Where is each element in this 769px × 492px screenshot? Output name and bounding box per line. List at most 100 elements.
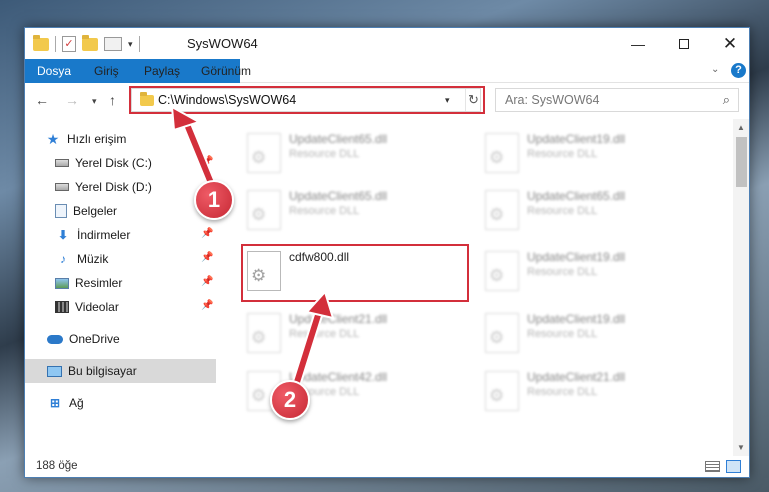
help-icon[interactable]: ? bbox=[731, 63, 746, 78]
file-item[interactable]: UpdateClient65.dll Resource DLL bbox=[477, 182, 692, 238]
dll-file-icon bbox=[485, 133, 519, 173]
tab-view[interactable]: Görünüm bbox=[191, 59, 261, 83]
step-badge-1: 1 bbox=[194, 180, 234, 220]
file-name: UpdateClient65.dll bbox=[289, 189, 388, 203]
sidebar-item-downloads[interactable]: ⬇ İndirmeler 📌 bbox=[25, 223, 216, 247]
back-arrow-icon[interactable]: ← bbox=[35, 92, 49, 108]
file-item[interactable]: UpdateClient21.dll Resource DLL bbox=[239, 305, 454, 361]
file-description: Resource DLL bbox=[289, 205, 360, 217]
sidebar-item-local-disk-c[interactable]: Yerel Disk (C:) 📌 bbox=[25, 151, 216, 175]
file-name: UpdateClient42.dll bbox=[289, 370, 388, 384]
pin-icon: 📌 bbox=[201, 252, 214, 263]
music-icon: ♪ bbox=[60, 252, 66, 266]
navigation-pane: ★ Hızlı erişim Yerel Disk (C:) 📌 Yerel D… bbox=[25, 119, 216, 449]
file-name: UpdateClient19.dll bbox=[527, 312, 626, 326]
tab-home[interactable]: Giriş bbox=[84, 59, 129, 83]
file-name: UpdateClient19.dll bbox=[527, 250, 626, 264]
file-item[interactable]: UpdateClient19.dll Resource DLL bbox=[477, 125, 692, 181]
sidebar-item-label: Bu bilgisayar bbox=[68, 364, 137, 378]
pin-icon: 📌 bbox=[201, 156, 214, 167]
sidebar-item-videos[interactable]: Videolar 📌 bbox=[25, 295, 216, 319]
file-explorer-window: ✓ ▾ SysWOW64 — ✕ Dosya Giriş Paylaş Görü… bbox=[24, 27, 750, 478]
scroll-down-arrow-icon[interactable]: ▼ bbox=[737, 443, 745, 452]
minimize-button[interactable]: — bbox=[615, 28, 661, 59]
close-button[interactable]: ✕ bbox=[707, 28, 749, 59]
sidebar-item-documents[interactable]: Belgeler bbox=[25, 199, 216, 223]
properties-icon[interactable] bbox=[104, 37, 122, 51]
sidebar-item-quick-access[interactable]: ★ Hızlı erişim bbox=[25, 127, 216, 151]
maximize-icon bbox=[679, 38, 689, 49]
sidebar-item-label: Belgeler bbox=[73, 204, 118, 218]
up-arrow-icon[interactable]: ↑ bbox=[109, 92, 116, 108]
file-item[interactable]: UpdateClient21.dll Resource DLL bbox=[477, 363, 692, 419]
sidebar-item-this-pc[interactable]: Bu bilgisayar bbox=[25, 359, 216, 383]
sidebar-item-network[interactable]: ⊞ Ağ bbox=[25, 391, 216, 415]
search-icon[interactable]: ⌕ bbox=[723, 92, 730, 108]
file-item[interactable]: UpdateClient65.dll Resource DLL bbox=[239, 182, 454, 238]
sidebar-item-music[interactable]: ♪ Müzik 📌 bbox=[25, 247, 216, 271]
quick-access-toolbar: ✓ ▾ bbox=[33, 34, 140, 52]
sidebar-item-label: OneDrive bbox=[69, 332, 120, 346]
properties-check-icon[interactable]: ✓ bbox=[62, 36, 76, 52]
search-placeholder: Ara: SysWOW64 bbox=[505, 93, 600, 107]
sidebar-item-onedrive[interactable]: OneDrive bbox=[25, 327, 216, 351]
sidebar-item-label: İndirmeler bbox=[77, 228, 131, 242]
sidebar-item-label: Yerel Disk (D:) bbox=[75, 180, 152, 194]
step-badge-2: 2 bbox=[270, 380, 310, 420]
this-pc-icon bbox=[47, 365, 62, 377]
sidebar-item-pictures[interactable]: Resimler 📌 bbox=[25, 271, 216, 295]
star-icon: ★ bbox=[46, 130, 60, 147]
divider bbox=[55, 36, 56, 52]
file-description: Resource DLL bbox=[527, 205, 598, 217]
videos-icon bbox=[55, 301, 69, 313]
file-description: Resource DLL bbox=[527, 266, 598, 278]
file-description: Resource DLL bbox=[527, 386, 598, 398]
folder-icon bbox=[33, 34, 49, 51]
item-count: 188 öğe bbox=[36, 460, 78, 472]
recent-locations-dropdown[interactable]: ▾ bbox=[92, 96, 97, 107]
search-input[interactable]: Ara: SysWOW64 ⌕ bbox=[495, 88, 739, 112]
file-description: Resource DLL bbox=[527, 328, 598, 340]
pin-icon: 📌 bbox=[201, 228, 214, 239]
file-description: Resource DLL bbox=[289, 148, 360, 160]
large-icons-view-icon[interactable] bbox=[726, 460, 741, 473]
window-title: SysWOW64 bbox=[187, 36, 258, 51]
sidebar-item-label: Videolar bbox=[75, 300, 119, 314]
pin-icon: 📌 bbox=[201, 276, 214, 287]
customize-toolbar-dropdown[interactable]: ▾ bbox=[128, 39, 133, 50]
dll-file-icon bbox=[485, 313, 519, 353]
tab-share[interactable]: Paylaş bbox=[134, 59, 190, 83]
title-bar: ✓ ▾ SysWOW64 — ✕ bbox=[25, 28, 749, 59]
downloads-icon: ⬇ bbox=[57, 228, 69, 242]
dll-file-icon bbox=[247, 190, 281, 230]
ribbon-tabs: Dosya Giriş Paylaş Görünüm ⌄ ? bbox=[25, 59, 749, 115]
new-folder-icon[interactable] bbox=[82, 34, 98, 51]
maximize-button[interactable] bbox=[661, 28, 707, 59]
pictures-icon bbox=[55, 277, 69, 289]
navigation-bar: ← → ▾ ↑ C:\Windows\SysWOW64 ▾ ↻ Ara: Sys… bbox=[25, 83, 749, 119]
file-name: UpdateClient21.dll bbox=[527, 370, 626, 384]
onedrive-icon bbox=[47, 334, 63, 344]
documents-icon bbox=[55, 204, 67, 218]
scrollbar-thumb[interactable] bbox=[736, 137, 747, 187]
dll-file-icon bbox=[485, 371, 519, 411]
dll-file-icon bbox=[247, 313, 281, 353]
vertical-scrollbar[interactable]: ▲ ▼ bbox=[733, 119, 749, 459]
sidebar-item-label: Hızlı erişim bbox=[67, 132, 127, 146]
pin-icon: 📌 bbox=[201, 300, 214, 311]
dll-file-icon bbox=[485, 190, 519, 230]
file-description: Resource DLL bbox=[527, 148, 598, 160]
scroll-up-arrow-icon[interactable]: ▲ bbox=[737, 123, 745, 132]
file-item[interactable]: UpdateClient19.dll Resource DLL bbox=[477, 305, 692, 361]
file-name: UpdateClient19.dll bbox=[527, 132, 626, 146]
file-name: UpdateClient65.dll bbox=[289, 132, 388, 146]
expand-ribbon-icon[interactable]: ⌄ bbox=[711, 64, 719, 75]
file-item[interactable]: UpdateClient65.dll Resource DLL bbox=[239, 125, 454, 181]
file-item[interactable]: UpdateClient19.dll Resource DLL bbox=[477, 243, 692, 299]
sidebar-item-label: Resimler bbox=[75, 276, 123, 290]
forward-arrow-icon[interactable]: → bbox=[65, 92, 79, 108]
network-icon: ⊞ bbox=[49, 396, 61, 410]
sidebar-item-local-disk-d[interactable]: Yerel Disk (D:) bbox=[25, 175, 216, 199]
details-view-icon[interactable] bbox=[705, 461, 720, 472]
drive-icon bbox=[55, 183, 69, 191]
